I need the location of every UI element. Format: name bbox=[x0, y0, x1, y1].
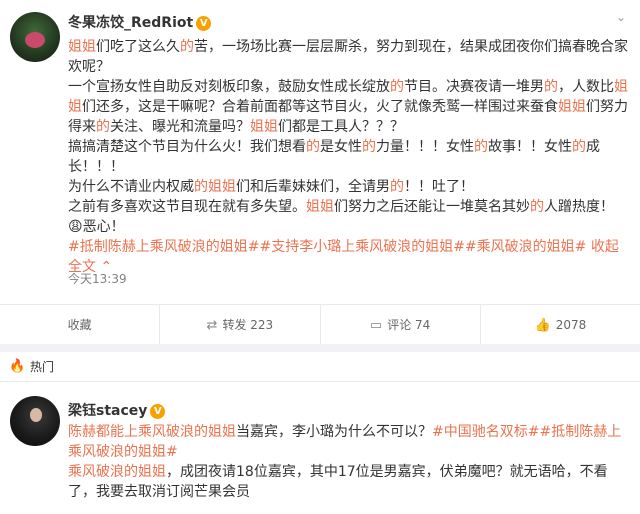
highlighted-text: 的 bbox=[572, 139, 586, 155]
post-paragraph: 一个宣扬女性自助反对刻板印象，鼓励女性成长绽放的节目。决赛夜请一堆男的，人数比姐… bbox=[68, 77, 628, 137]
verified-badge-icon: V bbox=[196, 16, 212, 31]
text-run: 人蹭热度！ bbox=[544, 199, 614, 215]
like-count: 2078 bbox=[555, 318, 587, 332]
highlighted-text: #中国驰名双标# bbox=[432, 424, 540, 440]
text-run: 😩 bbox=[68, 219, 83, 235]
text-run: 们和后辈妹妹们，全请男 bbox=[236, 179, 390, 195]
weibo-post: 冬果冻饺_RedRiot V ⌄ 姐姐们吃了这么久的苦，一场场比赛一层层厮杀，努力… bbox=[0, 0, 640, 344]
chevron-down-icon[interactable]: ⌄ bbox=[614, 10, 628, 24]
highlighted-text: 的姐姐 bbox=[194, 179, 236, 195]
hashtag-link[interactable]: #支持李小璐上乘风破浪的姐姐# bbox=[259, 239, 464, 255]
highlighted-text: 的 bbox=[96, 119, 110, 135]
text-run: 们都是工具人？？？ bbox=[278, 119, 404, 135]
post-paragraph: 之前有多喜欢这节目现在就有多失望。姐姐们努力之后还能让一堆莫名其妙的人蹭热度！ 😩… bbox=[68, 197, 628, 237]
verified-badge-icon: V bbox=[150, 404, 166, 419]
text-run: 节目。决赛夜请一堆男 bbox=[404, 79, 544, 95]
section-divider bbox=[0, 344, 640, 352]
highlighted-text: 陈赫都能 bbox=[68, 424, 124, 440]
avatar[interactable] bbox=[10, 12, 60, 62]
text-run: 们还多，这是干嘛呢？合着前面都等这节目火，火了就像秃鹫一样围过来蚕食 bbox=[82, 99, 558, 115]
repost-button[interactable]: ⇄ 转发 223 bbox=[160, 305, 321, 344]
comment-paragraph: 乘风破浪的姐姐，成团夜请18位嘉宾，其中17位是男嘉宾，伏弟魔吧？就无语哈，不看… bbox=[68, 462, 628, 502]
text-run: 们努力之后还能让一堆莫名其妙 bbox=[334, 199, 530, 215]
text-run: 为什么不请业内权威 bbox=[68, 179, 194, 195]
repost-label: 转发 223 bbox=[222, 318, 274, 332]
text-run: ！！吐了！ bbox=[404, 179, 474, 195]
text-run: 们吃了这么久 bbox=[96, 39, 180, 55]
highlighted-text: 姐姐 bbox=[250, 119, 278, 135]
hashtag-link[interactable]: #抵制陈赫上乘风破浪的姐姐# bbox=[68, 239, 259, 255]
text-run: 一个宣扬女性自助反对刻板印象，鼓励女性成长绽放 bbox=[68, 79, 390, 95]
repost-icon: ⇄ bbox=[206, 318, 218, 333]
text-run: ，人数比 bbox=[558, 79, 614, 95]
post-tags: #抵制陈赫上乘风破浪的姐姐##支持李小璐上乘风破浪的姐姐##乘风破浪的姐姐# 收… bbox=[68, 237, 628, 277]
post-actions: 收藏 ⇄ 转发 223 ▭ 评论 74 👍 2078 bbox=[0, 304, 640, 344]
text-run: 之前有多喜欢这节目现在就有多失望。 bbox=[68, 199, 306, 215]
highlighted-text: 姐姐 bbox=[68, 39, 96, 55]
post-body: 姐姐们吃了这么久的苦，一场场比赛一层层厮杀，努力到现在，结果成团夜你们搞春晚合家… bbox=[68, 37, 628, 277]
post-paragraph: 为什么不请业内权威的姐姐们和后辈妹妹们，全请男的！！吐了！ bbox=[68, 177, 628, 197]
text-run: 关注、曝光和流量吗？ bbox=[110, 119, 250, 135]
highlighted-text: 的 bbox=[362, 139, 376, 155]
text-run: 故事！！女性 bbox=[488, 139, 572, 155]
favorite-label: 收藏 bbox=[67, 318, 92, 332]
post-timestamp[interactable]: 今天13:39 bbox=[68, 270, 127, 287]
comment-author[interactable]: 梁钰stacey V bbox=[68, 400, 166, 420]
highlighted-text: 的 bbox=[390, 179, 404, 195]
comment-body: 陈赫都能上乘风破浪的姐姐当嘉宾，李小璐为什么不可以？#中国驰名双标##抵制陈赫上… bbox=[68, 422, 628, 502]
post-paragraph: 姐姐们吃了这么久的苦，一场场比赛一层层厮杀，努力到现在，结果成团夜你们搞春晚合家… bbox=[68, 37, 628, 77]
highlighted-text: 的 bbox=[530, 199, 544, 215]
text-run: 恶心！ bbox=[82, 219, 125, 235]
text-run: 当嘉宾，李小璐为什么不可以？ bbox=[236, 424, 432, 440]
highlighted-text: 上乘风破浪的姐姐 bbox=[124, 424, 236, 440]
text-run: 是女性 bbox=[320, 139, 362, 155]
post-author[interactable]: 冬果冻饺_RedRiot V bbox=[68, 12, 212, 32]
highlighted-text: 姐姐 bbox=[558, 99, 586, 115]
text-run: 力量！！！女性 bbox=[376, 139, 474, 155]
highlighted-text: 的 bbox=[544, 79, 558, 95]
highlighted-text: 的 bbox=[390, 79, 404, 95]
hot-section-header: 🔥 热门 bbox=[0, 352, 640, 382]
text-run: 搞搞清楚这个节目为什么火！我们想看 bbox=[68, 139, 306, 155]
flame-icon: 🔥 bbox=[9, 359, 26, 374]
hashtag-link[interactable]: #乘风破浪的姐姐# bbox=[465, 239, 586, 255]
thumbs-up-icon: 👍 bbox=[534, 318, 551, 333]
highlighted-text: 的 bbox=[180, 39, 194, 55]
comment-icon: ▭ bbox=[369, 318, 383, 333]
post-paragraph: 搞搞清楚这个节目为什么火！我们想看的是女性的力量！！！女性的故事！！女性的成长！… bbox=[68, 137, 628, 177]
highlighted-text: 乘风破浪的姐姐 bbox=[68, 464, 166, 480]
highlighted-text: 的 bbox=[306, 139, 320, 155]
like-button[interactable]: 👍 2078 bbox=[481, 305, 640, 344]
favorite-button[interactable]: 收藏 bbox=[0, 305, 161, 344]
highlighted-text: 姐姐 bbox=[306, 199, 334, 215]
hot-label: 热门 bbox=[30, 360, 55, 374]
avatar[interactable] bbox=[10, 396, 60, 446]
comment-button[interactable]: ▭ 评论 74 bbox=[321, 305, 481, 344]
comment-label: 评论 74 bbox=[387, 318, 431, 332]
highlighted-text: 的 bbox=[474, 139, 488, 155]
comment-paragraph: 陈赫都能上乘风破浪的姐姐当嘉宾，李小璐为什么不可以？#中国驰名双标##抵制陈赫上… bbox=[68, 422, 628, 462]
